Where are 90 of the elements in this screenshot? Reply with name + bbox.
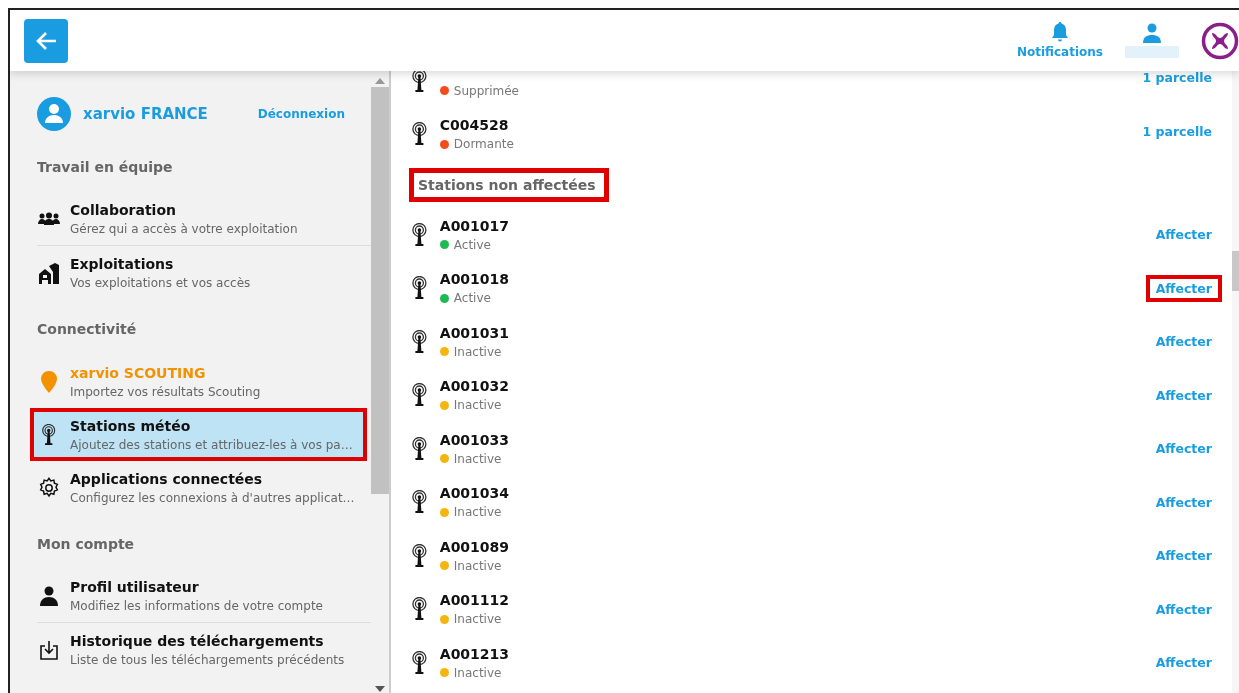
station-name: A001017 bbox=[439, 217, 510, 235]
item-title: Collaboration bbox=[70, 202, 177, 218]
scroll-down-icon[interactable] bbox=[375, 685, 385, 693]
item-title: Exploitations bbox=[70, 255, 175, 272]
assign-link[interactable]: Affecter bbox=[1145, 381, 1222, 409]
group-icon bbox=[37, 212, 60, 226]
station-status: Inactive bbox=[439, 398, 510, 413]
person-icon bbox=[39, 586, 58, 606]
assign-link[interactable]: Affecter bbox=[1145, 649, 1222, 677]
bell-icon bbox=[1051, 22, 1069, 42]
notifications-button[interactable]: Notifications bbox=[1016, 22, 1103, 59]
sidebar-item[interactable]: Historique des téléchargements Liste de tous les téléchargements précédents bbox=[37, 623, 371, 676]
sidebar-item[interactable]: Stations météo Ajoutez des stations et attribuez-les à vos pa… bbox=[30, 408, 367, 461]
item-title: Applications connectées bbox=[70, 470, 264, 487]
antenna-icon bbox=[411, 122, 428, 147]
sidebar-item[interactable]: Exploitations Vos exploitations et vos accès bbox=[37, 246, 371, 299]
assign-link[interactable]: Affecter bbox=[1145, 274, 1222, 302]
section-title: Travail en équipe bbox=[37, 159, 174, 175]
back-arrow-icon bbox=[35, 30, 57, 51]
assign-link[interactable]: Affecter bbox=[1145, 595, 1222, 623]
section-heading: Stations non affectées bbox=[409, 167, 609, 202]
settings-icon bbox=[37, 476, 60, 499]
antenna-icon bbox=[411, 490, 428, 515]
antenna-icon bbox=[40, 423, 57, 446]
section-title: Connectivité bbox=[37, 321, 138, 337]
antenna-icon bbox=[411, 222, 428, 247]
person-icon bbox=[1143, 23, 1161, 43]
antenna-icon bbox=[411, 650, 428, 675]
assign-link[interactable]: Affecter bbox=[1145, 488, 1222, 516]
item-title: xarvio SCOUTING bbox=[70, 364, 207, 381]
scrollbar-thumb[interactable] bbox=[1232, 251, 1239, 291]
item-subtitle: Vos exploitations et vos accès bbox=[70, 275, 251, 290]
station-status: Inactive bbox=[439, 558, 510, 573]
item-subtitle: Liste de tous les téléchargements précédents bbox=[70, 652, 345, 667]
sidebar-item[interactable]: Profil utilisateur Modifiez les informations de votre compte bbox=[37, 570, 371, 623]
antenna-icon bbox=[411, 71, 428, 93]
parcel-link[interactable]: 1 parcelle bbox=[1132, 71, 1222, 92]
parcel-link[interactable]: 1 parcelle bbox=[1132, 117, 1222, 145]
antenna-icon bbox=[411, 329, 428, 354]
download-icon bbox=[38, 639, 59, 660]
back-button[interactable] bbox=[24, 18, 68, 63]
sidebar-item[interactable]: xarvio SCOUTING Importez vos résultats Scouting bbox=[37, 355, 371, 408]
station-status: Inactive bbox=[439, 451, 510, 466]
user-menu[interactable] bbox=[1125, 23, 1179, 58]
scroll-up-icon[interactable] bbox=[375, 77, 385, 85]
station-status: Active bbox=[439, 237, 510, 252]
station-status: Active bbox=[439, 291, 510, 306]
station-name: A001034 bbox=[439, 485, 510, 503]
assign-link[interactable]: Affecter bbox=[1145, 328, 1222, 356]
station-status: Dormante bbox=[439, 137, 514, 152]
account-name: xarvio FRANCE bbox=[83, 105, 208, 123]
assign-link[interactable]: Affecter bbox=[1145, 542, 1222, 570]
farm-icon bbox=[38, 261, 59, 284]
station-name: A001032 bbox=[439, 378, 510, 396]
antenna-icon bbox=[411, 276, 428, 301]
item-subtitle: Importez vos résultats Scouting bbox=[70, 384, 261, 399]
logout-link[interactable]: Déconnexion bbox=[257, 107, 345, 121]
assign-link[interactable]: Affecter bbox=[1145, 221, 1222, 249]
antenna-icon bbox=[411, 543, 428, 568]
scrollbar-thumb[interactable] bbox=[371, 87, 389, 494]
avatar-icon bbox=[37, 97, 71, 131]
antenna-icon bbox=[411, 436, 428, 461]
station-name: A001033 bbox=[439, 431, 510, 449]
antenna-icon bbox=[411, 383, 428, 408]
map-pin-icon bbox=[40, 370, 57, 393]
item-subtitle: Gérez qui a accès à votre exploitation bbox=[70, 222, 298, 236]
station-name: C004528 bbox=[439, 117, 510, 135]
item-subtitle: Modifiez les informations de votre compte bbox=[70, 599, 323, 613]
sidebar-item[interactable]: Applications connectées Configurez les connexions à d'autres applicat… bbox=[37, 461, 371, 514]
station-status: Supprimée bbox=[439, 83, 519, 98]
logo-icon[interactable] bbox=[1201, 21, 1239, 60]
station-name: A001018 bbox=[439, 271, 510, 289]
station-status: Inactive bbox=[439, 612, 510, 627]
assign-link[interactable]: Affecter bbox=[1145, 435, 1222, 463]
station-status: Inactive bbox=[439, 344, 510, 359]
sidebar-item[interactable]: Collaboration Gérez qui a accès à votre exploitation bbox=[37, 193, 371, 246]
item-title: Profil utilisateur bbox=[70, 579, 200, 595]
section-title: Mon compte bbox=[37, 536, 136, 552]
station-name: A001089 bbox=[439, 538, 510, 556]
station-status: Inactive bbox=[439, 665, 510, 680]
redacted-name bbox=[1125, 46, 1179, 58]
antenna-icon bbox=[411, 597, 428, 622]
station-name: A001213 bbox=[439, 645, 510, 663]
station-status: Inactive bbox=[439, 505, 510, 520]
item-title: Stations météo bbox=[70, 417, 192, 434]
item-title: Historique des téléchargements bbox=[70, 632, 325, 649]
station-name: A001031 bbox=[439, 324, 510, 342]
item-subtitle: Configurez les connexions à d'autres applicat… bbox=[70, 490, 355, 505]
station-name: A001112 bbox=[439, 592, 510, 610]
item-subtitle: Ajoutez des stations et attribuez-les à vos pa… bbox=[70, 437, 353, 452]
